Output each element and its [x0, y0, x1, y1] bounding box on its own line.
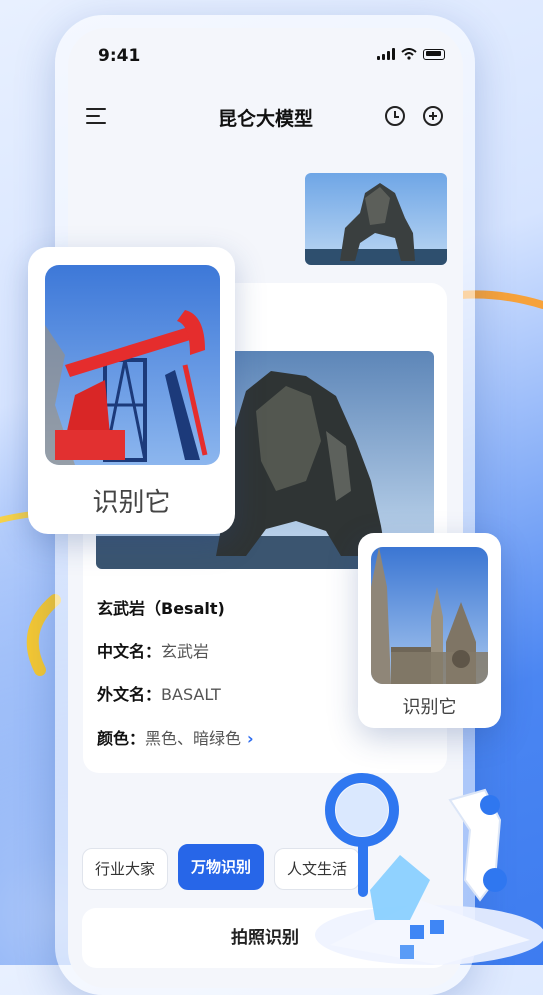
status-time: 9:41: [98, 46, 141, 66]
foreign-name-label: 外文名：: [97, 685, 162, 704]
foreign-name-value: BASALT: [161, 685, 221, 704]
cathedral-photo: [371, 547, 488, 684]
identify-it-label-small: 识别它: [402, 697, 457, 718]
status-icons: [377, 48, 445, 60]
robot-arm-magnifier-decoration: [315, 773, 543, 965]
wifi-icon: [401, 48, 417, 60]
chinese-name-row: 中文名：玄武岩: [97, 638, 209, 662]
floating-card-cathedral[interactable]: 识别它: [358, 533, 501, 728]
foreign-name-row: 外文名：BASALT: [97, 681, 221, 705]
tab-object-recognition[interactable]: 万物识别: [178, 844, 265, 890]
chevron-right-icon[interactable]: ›: [247, 729, 254, 748]
chinese-name-value: 玄武岩: [161, 642, 210, 661]
chinese-name-label: 中文名：: [97, 642, 162, 661]
add-circle-icon[interactable]: [423, 106, 443, 126]
tab-industry-experts[interactable]: 行业大家: [82, 848, 169, 890]
battery-icon: [423, 48, 445, 60]
identify-it-label: 识别它: [92, 488, 171, 518]
result-title: 玄武岩（Besalt): [97, 599, 225, 618]
signal-icon: [377, 48, 395, 60]
color-row[interactable]: 颜色：黑色、暗绿色 ›: [97, 725, 254, 749]
uploaded-rock-photo[interactable]: [305, 173, 447, 265]
color-label: 颜色：: [97, 729, 146, 748]
floating-card-pumpjack[interactable]: 识别它: [28, 247, 235, 534]
top-bar: 昆仑大模型: [68, 100, 463, 136]
pumpjack-photo: [45, 265, 220, 465]
history-clock-icon[interactable]: [385, 106, 405, 126]
color-value: 黑色、暗绿色: [145, 729, 242, 748]
